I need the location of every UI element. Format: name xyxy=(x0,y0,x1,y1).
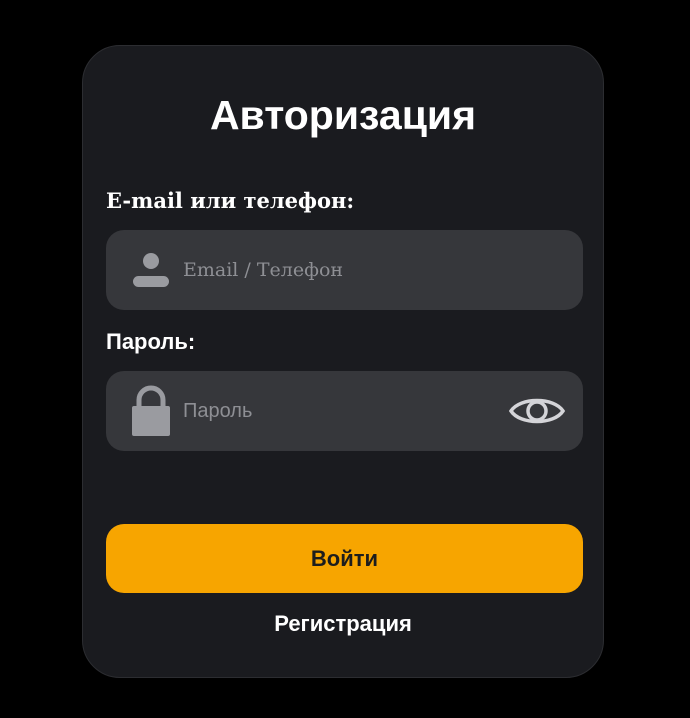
email-label: E-mail или телефон: xyxy=(106,188,355,213)
page-title: Авторизация xyxy=(209,92,477,138)
email-field[interactable] xyxy=(106,230,583,310)
user-icon xyxy=(130,250,172,290)
password-input[interactable] xyxy=(183,371,493,451)
lock-icon xyxy=(130,385,172,437)
login-card: Авторизация E-mail или телефон: Пароль: … xyxy=(82,45,604,678)
password-field[interactable] xyxy=(106,371,583,451)
email-input[interactable] xyxy=(183,230,493,310)
login-button[interactable]: Войти xyxy=(106,524,583,593)
eye-icon[interactable] xyxy=(508,392,566,430)
register-link[interactable]: Регистрация xyxy=(83,611,603,637)
password-label: Пароль: xyxy=(106,329,196,354)
